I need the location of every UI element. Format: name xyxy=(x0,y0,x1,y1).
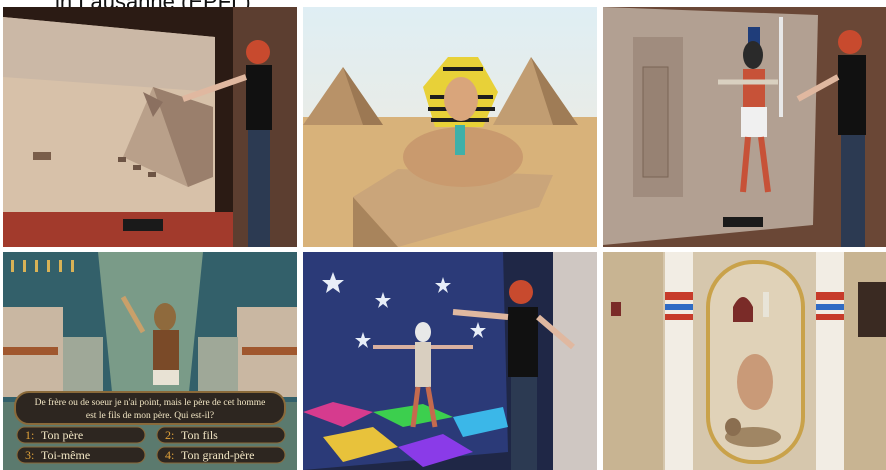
photo-dance-interaction xyxy=(303,252,597,470)
photo-sphinx-pharaoh xyxy=(303,7,597,247)
game-quiz-screen: De frère ou de soeur je n'ai point, mais… xyxy=(3,252,297,470)
answer-4-number: 4: xyxy=(165,448,174,462)
answer-2-text: Ton fils xyxy=(181,428,218,442)
photo-desert-pyramid xyxy=(3,7,297,247)
answer-2-number: 2: xyxy=(165,428,174,442)
answer-4-text: Ton grand-père xyxy=(181,448,254,462)
answer-1-text: Ton père xyxy=(41,428,83,442)
quiz-question-line1: De frère ou de soeur je n'ai point, mais… xyxy=(35,397,266,408)
answer-3-number: 3: xyxy=(25,448,34,462)
photo-anubis-wall xyxy=(603,7,886,247)
quiz-question-line2: est le fils de mon père. Qui est-il? xyxy=(86,410,214,421)
game-cartouche-screen xyxy=(603,252,886,470)
answer-1-number: 1: xyxy=(25,428,34,442)
answer-3-text: Toi-même xyxy=(41,448,90,462)
